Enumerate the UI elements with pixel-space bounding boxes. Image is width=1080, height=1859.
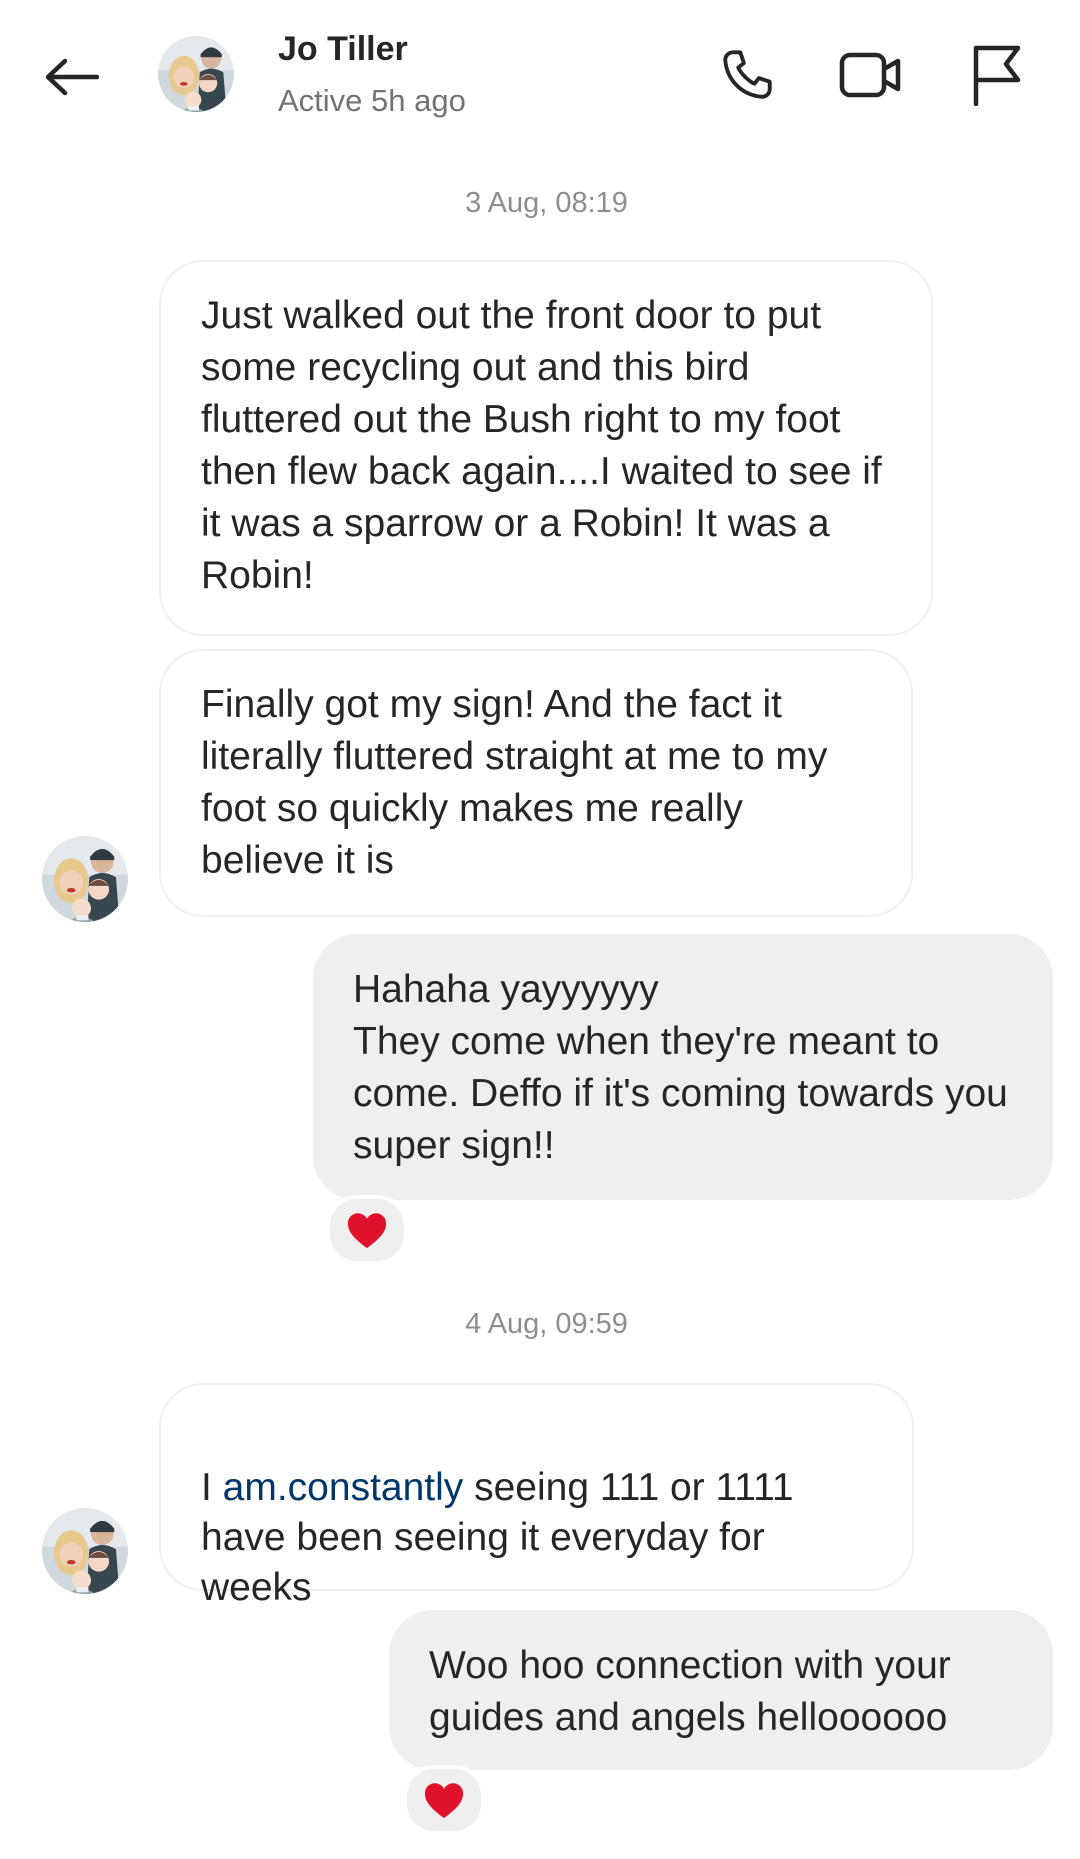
video-camera-icon — [839, 52, 901, 98]
report-button[interactable] — [962, 40, 1032, 110]
contact-avatar[interactable] — [158, 36, 234, 112]
message-link[interactable]: am.constantly — [223, 1466, 464, 1509]
date-separator: 4 Aug, 09:59 — [465, 1308, 628, 1340]
reaction-badge[interactable] — [326, 1195, 408, 1265]
video-call-button[interactable] — [836, 40, 906, 110]
red-heart-icon — [347, 1213, 387, 1249]
chat-header: Jo Tiller Active 5h ago — [0, 0, 1080, 150]
sender-avatar[interactable] — [42, 836, 128, 922]
outgoing-message[interactable]: Hahaha yayyyyyy They come when they're m… — [313, 934, 1053, 1200]
avatar-photo — [158, 36, 234, 112]
sender-avatar[interactable] — [42, 1508, 128, 1594]
message-text: I — [201, 1466, 223, 1509]
active-status: Active 5h ago — [278, 83, 466, 118]
avatar-photo — [42, 836, 128, 922]
flag-icon — [973, 45, 1021, 106]
call-button[interactable] — [712, 40, 782, 110]
contact-name[interactable]: Jo Tiller — [278, 30, 408, 69]
incoming-message[interactable]: Just walked out the front door to put so… — [159, 260, 933, 636]
arrow-left-icon — [45, 58, 99, 96]
phone-icon — [723, 50, 772, 99]
avatar-photo — [42, 1508, 128, 1594]
red-heart-icon — [424, 1783, 464, 1819]
reaction-badge[interactable] — [403, 1765, 485, 1835]
back-button[interactable] — [36, 42, 106, 112]
outgoing-message[interactable]: Woo hoo connection with your guides and … — [389, 1610, 1053, 1770]
incoming-message[interactable]: I am.constantly seeing 111 or 1111 have … — [159, 1383, 914, 1609]
incoming-message[interactable]: Finally got my sign! And the fact it lit… — [159, 649, 913, 917]
date-separator: 3 Aug, 08:19 — [465, 187, 628, 219]
